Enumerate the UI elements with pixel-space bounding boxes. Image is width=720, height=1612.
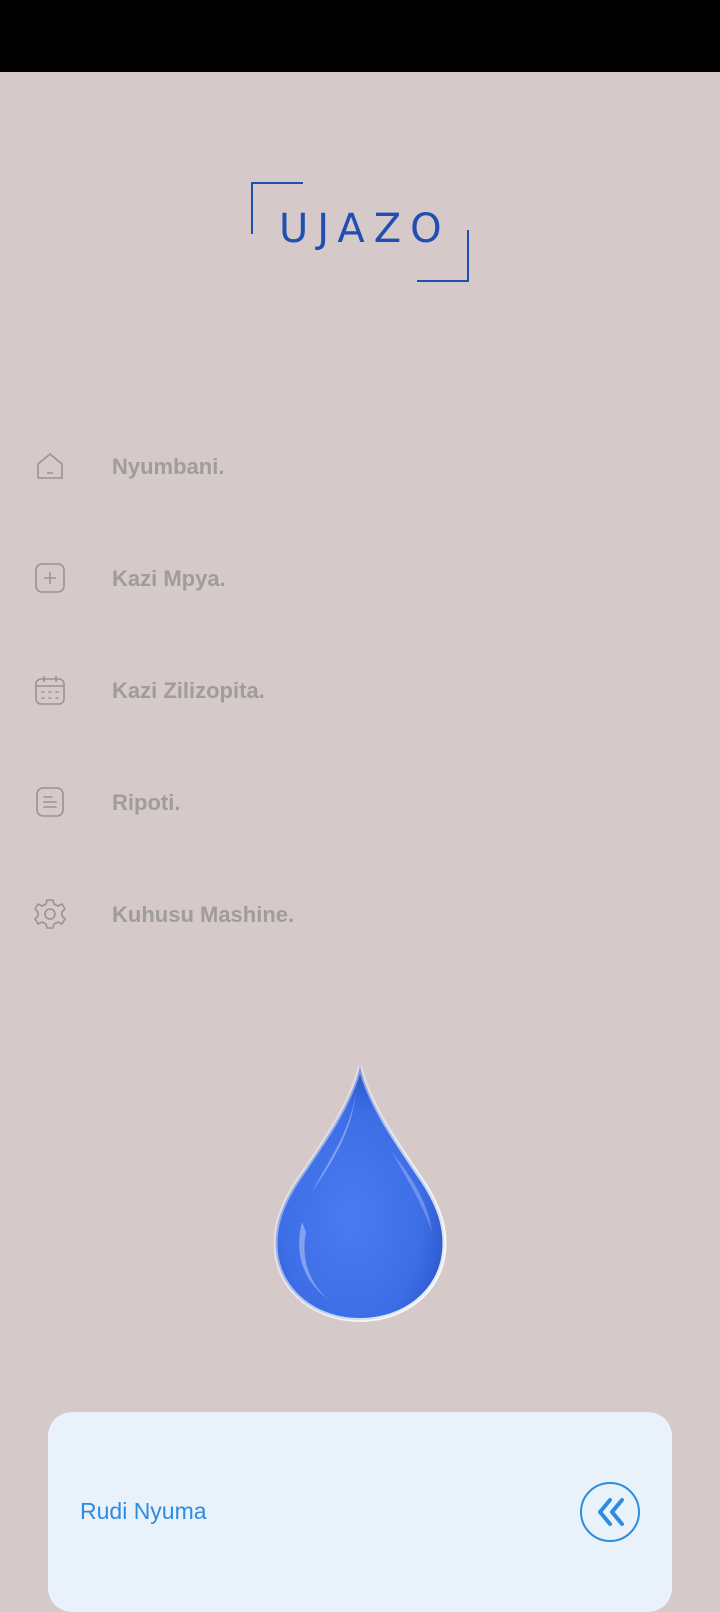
logo-text: UJAZO — [279, 206, 451, 252]
home-icon — [37, 453, 63, 479]
menu-item-nyumbani[interactable]: Nyumbani. — [0, 410, 720, 522]
menu-item-label: Ripoti. — [112, 790, 181, 815]
water-drop-icon — [273, 1065, 447, 1323]
menu-item-label: Kazi Mpya. — [112, 566, 226, 591]
plus-square-icon — [35, 563, 65, 593]
menu-item-label: Kazi Zilizopita. — [112, 678, 265, 703]
menu-item-kazi-mpya[interactable]: Kazi Mpya. — [0, 522, 720, 634]
document-icon — [36, 787, 64, 817]
menu-item-ripoti[interactable]: Ripoti. — [0, 746, 720, 858]
calendar-icon — [35, 676, 65, 705]
menu-item-label: Nyumbani. — [112, 454, 225, 479]
menu-item-kuhusu-mashine[interactable]: Kuhusu Mashine. — [0, 858, 720, 970]
drawer-menu: Nyumbani. Kazi Mpya. Kazi Zilizopita. Ri… — [0, 410, 720, 970]
back-label: Rudi Nyuma — [80, 1498, 207, 1524]
gear-icon — [34, 899, 66, 929]
back-button[interactable] — [580, 1482, 640, 1542]
status-bar — [0, 0, 720, 72]
navigation-drawer: UJAZO Nyumbani. Kazi Mpya. Kazi Zilizopi… — [0, 72, 720, 1612]
double-chevron-left-icon — [598, 1498, 624, 1526]
menu-item-label: Kuhusu Mashine. — [112, 902, 295, 927]
app-logo: UJAZO — [251, 182, 469, 282]
back-card[interactable]: Rudi Nyuma — [48, 1412, 672, 1612]
menu-item-kazi-zilizopita[interactable]: Kazi Zilizopita. — [0, 634, 720, 746]
